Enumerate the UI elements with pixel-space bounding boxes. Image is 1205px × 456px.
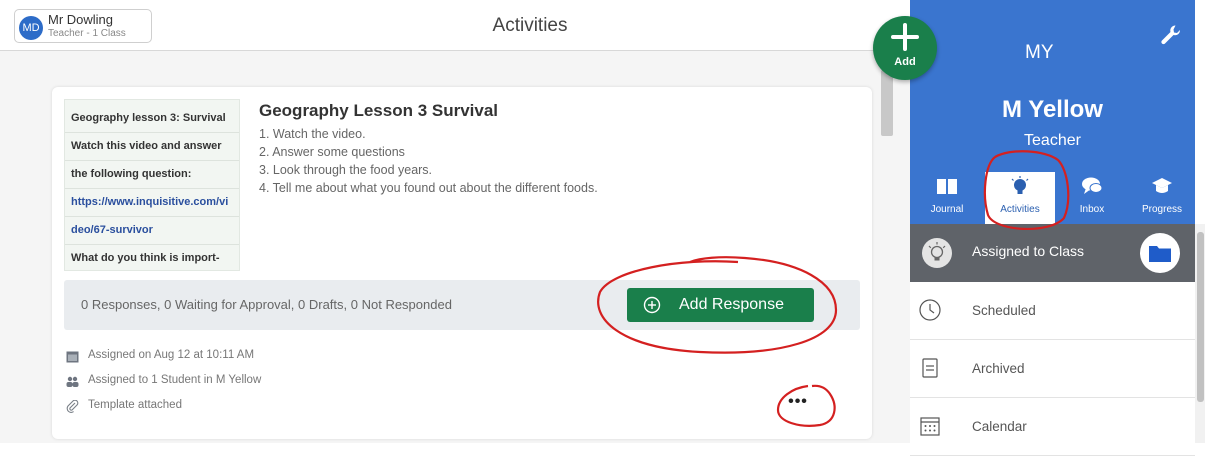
add-response-button[interactable]: Add Response: [627, 288, 814, 322]
responses-summary[interactable]: 0 Responses, 0 Waiting for Approval, 0 D…: [81, 297, 452, 312]
class-header: MY M Yellow Teacher: [910, 0, 1195, 172]
add-response-label: Add Response: [679, 296, 784, 313]
activity-step: 4. Tell me about what you found out abou…: [259, 181, 598, 195]
sidebar-item-label: Scheduled: [972, 303, 1036, 318]
tab-inbox[interactable]: Inbox: [1057, 172, 1127, 224]
add-fab-label: Add: [894, 56, 916, 68]
page-title: Activities: [492, 15, 568, 36]
assigned-to: Assigned to 1 Student in M Yellow: [88, 374, 262, 386]
thumbnail-line: Watch this video and answer: [71, 140, 222, 152]
user-name: Mr Dowling: [48, 12, 114, 27]
tab-activities[interactable]: Activities: [985, 172, 1055, 224]
sidebar-scroll-thumb[interactable]: [1197, 232, 1204, 402]
class-sidebar: MY M Yellow Teacher Journal Activities I…: [910, 0, 1205, 456]
plus-icon: [891, 23, 919, 51]
template-attached: Template attached: [88, 399, 182, 411]
more-options-button[interactable]: •••: [778, 392, 818, 414]
activity-step: 2. Answer some questions: [259, 145, 405, 159]
activity-step: 1. Watch the video.: [259, 127, 366, 141]
assigned-to-class-label: Assigned to Class: [972, 243, 1085, 259]
main-panel: MD Mr Dowling Teacher - 1 Class Activiti…: [0, 0, 910, 443]
sidebar-item-label: Calendar: [972, 419, 1027, 434]
assigned-date: Assigned on Aug 12 at 10:11 AM: [88, 349, 255, 361]
activity-step: 3. Look through the food years.: [259, 163, 433, 177]
thumbnail-divider: [65, 216, 239, 217]
avatar: MD: [19, 16, 43, 40]
tab-label: Journal: [930, 204, 964, 215]
thumbnail-link: https://www.inquisitive.com/vi: [71, 196, 229, 208]
sidebar-item-calendar[interactable]: Calendar: [910, 398, 1195, 456]
archive-icon: [922, 358, 938, 378]
assigned-to-class-item[interactable]: Assigned to Class: [910, 224, 1195, 282]
user-role: Teacher - 1 Class: [48, 28, 126, 39]
thumbnail-divider: [65, 244, 239, 245]
lightbulb-icon: [922, 238, 952, 268]
add-fab-button[interactable]: Add: [873, 16, 937, 80]
thumbnail-link: deo/67-survivor: [71, 224, 153, 236]
wrench-icon[interactable]: [1160, 24, 1182, 46]
sidebar-item-scheduled[interactable]: Scheduled: [910, 282, 1195, 340]
group-icon: [66, 376, 79, 387]
plus-circle-icon: [643, 296, 661, 314]
activity-card: Geography lesson 3: Survival Watch this …: [52, 87, 872, 439]
folder-button[interactable]: [1140, 233, 1180, 273]
paperclip-icon: [66, 400, 79, 413]
activity-title[interactable]: Geography Lesson 3 Survival: [259, 101, 498, 121]
graduation-cap-icon: [1152, 178, 1172, 193]
thumbnail-divider: [65, 132, 239, 133]
sidebar-item-archived[interactable]: Archived: [910, 340, 1195, 398]
folder-icon: [1149, 246, 1171, 262]
feed-scrollbar[interactable]: [881, 70, 893, 136]
calendar-icon: [920, 417, 940, 436]
tab-label: Inbox: [1079, 204, 1105, 215]
sidebar-tabs: Journal Activities Inbox Progress: [910, 172, 1195, 224]
class-role: Teacher: [1024, 132, 1081, 149]
class-initials: MY: [1025, 42, 1054, 63]
thumbnail-divider: [65, 188, 239, 189]
tab-label: Progress: [1141, 204, 1182, 215]
thumbnail-line: Geography lesson 3: Survival: [71, 112, 226, 124]
top-bar: MD Mr Dowling Teacher - 1 Class Activiti…: [0, 0, 910, 51]
class-name: M Yellow: [1002, 96, 1103, 123]
thumbnail-line: What do you think is import-: [71, 252, 220, 264]
calendar-small-icon: [66, 351, 79, 363]
activity-thumbnail[interactable]: Geography lesson 3: Survival Watch this …: [64, 99, 240, 271]
thumbnail-line: the following question:: [71, 168, 192, 180]
tab-progress[interactable]: Progress: [1127, 172, 1197, 224]
tab-journal[interactable]: Journal: [912, 172, 982, 224]
clock-icon: [919, 299, 941, 321]
thumbnail-divider: [65, 160, 239, 161]
user-switcher[interactable]: MD Mr Dowling Teacher - 1 Class: [14, 9, 152, 43]
lightbulb-icon: [1011, 176, 1029, 194]
tab-label: Activities: [1000, 204, 1040, 215]
sidebar-item-label: Archived: [972, 361, 1025, 376]
chat-icon: [1082, 177, 1103, 194]
book-icon: [937, 179, 957, 194]
